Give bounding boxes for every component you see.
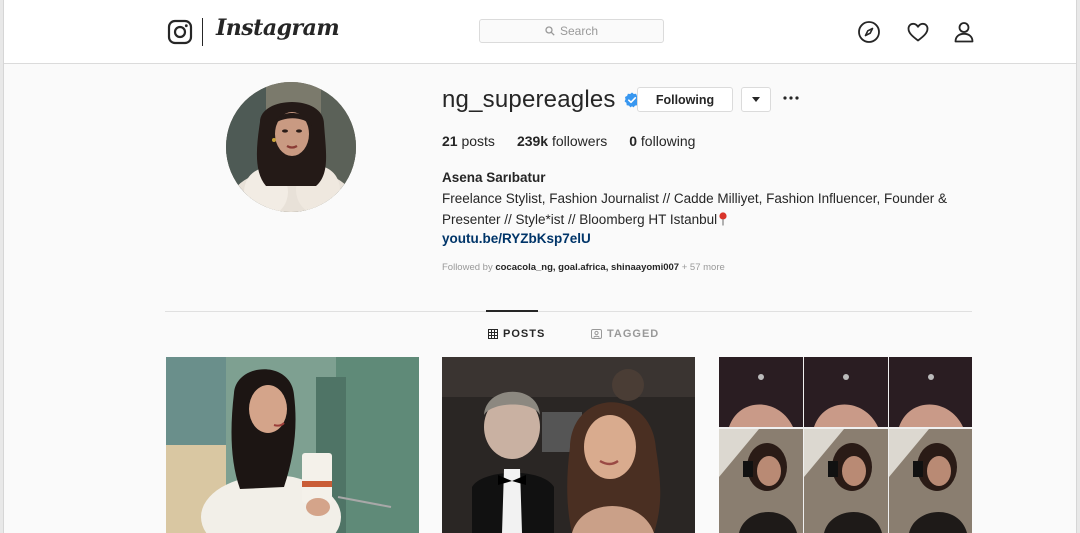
following-button[interactable]: Following [637, 87, 733, 112]
active-tab-indicator [486, 310, 538, 312]
caret-down-icon [752, 96, 760, 102]
posts-stat: 21 posts [442, 133, 495, 149]
search-placeholder: Search [559, 24, 599, 38]
ellipsis-icon [783, 96, 799, 100]
profile-avatar[interactable] [226, 82, 356, 212]
tab-tagged-label: TAGGED [607, 328, 660, 340]
tab-posts[interactable]: POSTS [488, 328, 545, 340]
tabs-divider [165, 311, 972, 312]
avatar-photo [226, 82, 356, 212]
followed-by-text[interactable]: Followed by cocacola_ng, goal.africa, sh… [442, 262, 725, 273]
followed-by-names: cocacola_ng, goal.africa, shinaayomi007 [495, 262, 680, 273]
more-options-icon[interactable] [782, 90, 800, 106]
search-icon [545, 26, 555, 36]
tab-tagged[interactable]: TAGGED [591, 328, 659, 340]
instagram-wordmark[interactable]: Instagram [216, 15, 340, 41]
post-image-1 [166, 357, 419, 533]
followers-stat[interactable]: 239k followers [517, 133, 607, 149]
profile-bio: Freelance Stylist, Fashion Journalist //… [442, 188, 962, 230]
compass-icon[interactable] [857, 20, 881, 44]
profile-username: ng_supereagles [442, 86, 616, 113]
followed-by-prefix: Followed by [442, 262, 493, 273]
post-thumbnail-2[interactable] [442, 357, 695, 533]
post-thumbnail-3[interactable] [719, 357, 972, 533]
following-count: 0 [629, 133, 638, 149]
post-image-2 [442, 357, 695, 533]
profile-stats: 21 posts 239k followers 0 following [442, 133, 717, 149]
grid-icon [488, 329, 498, 339]
tab-posts-label: POSTS [503, 328, 546, 340]
heart-icon[interactable] [906, 20, 930, 44]
tagged-person-icon [591, 329, 602, 339]
pushpin-emoji-icon [719, 212, 727, 226]
person-icon[interactable] [952, 20, 976, 44]
profile-website-link[interactable]: youtu.be/RYZbKsp7elU [442, 231, 591, 246]
following-stat[interactable]: 0 following [629, 133, 695, 149]
bio-line-2-text: Presenter // Style*ist // Bloomberg HT I… [442, 212, 718, 227]
post-thumbnail-1[interactable] [166, 357, 419, 533]
followers-label: followers [551, 133, 608, 149]
search-input[interactable]: Search [479, 19, 664, 43]
posts-count: 21 [442, 133, 458, 149]
suggestions-dropdown-button[interactable] [741, 87, 771, 112]
bio-line-2: Presenter // Style*ist // Bloomberg HT I… [442, 209, 962, 230]
post-image-3 [719, 357, 972, 533]
window-frame-left [0, 0, 4, 533]
top-navigation-bar: Instagram Search [4, 0, 1076, 64]
posts-label: posts [461, 133, 495, 149]
logo-divider [202, 18, 203, 46]
profile-username-row: ng_supereagles [442, 86, 640, 114]
following-label: following [640, 133, 696, 149]
instagram-camera-icon[interactable] [167, 19, 193, 45]
followers-count: 239k [516, 133, 549, 149]
followed-by-more: + 57 more [681, 262, 725, 273]
bio-line-1: Freelance Stylist, Fashion Journalist //… [442, 191, 947, 206]
profile-full-name: Asena Sarıbatur [442, 170, 546, 185]
window-frame-right [1076, 0, 1080, 533]
